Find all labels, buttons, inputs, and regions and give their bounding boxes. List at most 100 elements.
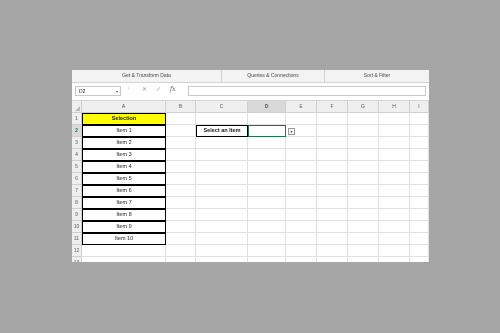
cell-h11[interactable] bbox=[379, 233, 410, 245]
row-header-7[interactable]: 7 bbox=[72, 185, 82, 197]
cell-e12[interactable] bbox=[286, 245, 317, 257]
cell-a12[interactable] bbox=[82, 245, 166, 257]
cell-e3[interactable] bbox=[286, 137, 317, 149]
cell-d1[interactable] bbox=[248, 113, 286, 125]
cell-h4[interactable] bbox=[379, 149, 410, 161]
cell-g2[interactable] bbox=[348, 125, 379, 137]
cell-h7[interactable] bbox=[379, 185, 410, 197]
cell-a13[interactable] bbox=[82, 257, 166, 262]
cell-c11[interactable] bbox=[196, 233, 248, 245]
cell-f9[interactable] bbox=[317, 209, 348, 221]
cell-i10[interactable] bbox=[410, 221, 429, 233]
chevron-down-icon[interactable]: ▾ bbox=[116, 87, 118, 97]
cell-c13[interactable] bbox=[196, 257, 248, 262]
cell-b8[interactable] bbox=[166, 197, 196, 209]
cell-c8[interactable] bbox=[196, 197, 248, 209]
cell-h9[interactable] bbox=[379, 209, 410, 221]
cell-b13[interactable] bbox=[166, 257, 196, 262]
cell-a3[interactable]: Item 2 bbox=[82, 137, 166, 149]
row-header-1[interactable]: 1 bbox=[72, 113, 82, 125]
cell-d10[interactable] bbox=[248, 221, 286, 233]
cell-g4[interactable] bbox=[348, 149, 379, 161]
cell-g9[interactable] bbox=[348, 209, 379, 221]
cell-b1[interactable] bbox=[166, 113, 196, 125]
cell-e13[interactable] bbox=[286, 257, 317, 262]
cell-f1[interactable] bbox=[317, 113, 348, 125]
cell-d6[interactable] bbox=[248, 173, 286, 185]
cell-a2[interactable]: Item 1 bbox=[82, 125, 166, 137]
cell-c4[interactable] bbox=[196, 149, 248, 161]
cell-g13[interactable] bbox=[348, 257, 379, 262]
column-header-a[interactable]: A bbox=[82, 101, 166, 113]
cell-h6[interactable] bbox=[379, 173, 410, 185]
cell-h3[interactable] bbox=[379, 137, 410, 149]
cell-f8[interactable] bbox=[317, 197, 348, 209]
cell-a11[interactable]: Item 10 bbox=[82, 233, 166, 245]
cell-d2[interactable] bbox=[248, 125, 286, 137]
cell-e5[interactable] bbox=[286, 161, 317, 173]
cell-e10[interactable] bbox=[286, 221, 317, 233]
row-header-2[interactable]: 2 bbox=[72, 125, 82, 137]
cell-d12[interactable] bbox=[248, 245, 286, 257]
cell-i8[interactable] bbox=[410, 197, 429, 209]
cell-a9[interactable]: Item 8 bbox=[82, 209, 166, 221]
column-header-g[interactable]: G bbox=[348, 101, 379, 113]
cell-b5[interactable] bbox=[166, 161, 196, 173]
cell-g8[interactable] bbox=[348, 197, 379, 209]
cell-c3[interactable] bbox=[196, 137, 248, 149]
row-header-9[interactable]: 9 bbox=[72, 209, 82, 221]
cell-b7[interactable] bbox=[166, 185, 196, 197]
cell-e9[interactable] bbox=[286, 209, 317, 221]
formula-input[interactable] bbox=[188, 86, 426, 96]
cell-i1[interactable] bbox=[410, 113, 429, 125]
cell-a4[interactable]: Item 3 bbox=[82, 149, 166, 161]
cell-i13[interactable] bbox=[410, 257, 429, 262]
cell-i11[interactable] bbox=[410, 233, 429, 245]
cell-c6[interactable] bbox=[196, 173, 248, 185]
column-header-h[interactable]: H bbox=[379, 101, 410, 113]
row-header-6[interactable]: 6 bbox=[72, 173, 82, 185]
cell-e7[interactable] bbox=[286, 185, 317, 197]
cell-b12[interactable] bbox=[166, 245, 196, 257]
cell-e8[interactable] bbox=[286, 197, 317, 209]
cell-f12[interactable] bbox=[317, 245, 348, 257]
cell-d9[interactable] bbox=[248, 209, 286, 221]
cell-d4[interactable] bbox=[248, 149, 286, 161]
row-header-5[interactable]: 5 bbox=[72, 161, 82, 173]
cell-b10[interactable] bbox=[166, 221, 196, 233]
cell-c1[interactable] bbox=[196, 113, 248, 125]
cell-g7[interactable] bbox=[348, 185, 379, 197]
row-header-13[interactable]: 13 bbox=[72, 257, 82, 262]
cell-i9[interactable] bbox=[410, 209, 429, 221]
ribbon-group-queries[interactable]: Queries & Connections bbox=[222, 70, 325, 82]
cell-h2[interactable] bbox=[379, 125, 410, 137]
row-header-10[interactable]: 10 bbox=[72, 221, 82, 233]
name-box[interactable]: D2 ▾ bbox=[75, 86, 121, 96]
cell-f7[interactable] bbox=[317, 185, 348, 197]
cell-d5[interactable] bbox=[248, 161, 286, 173]
cell-b4[interactable] bbox=[166, 149, 196, 161]
row-header-3[interactable]: 3 bbox=[72, 137, 82, 149]
cell-i6[interactable] bbox=[410, 173, 429, 185]
cell-h12[interactable] bbox=[379, 245, 410, 257]
cell-i3[interactable] bbox=[410, 137, 429, 149]
cell-h8[interactable] bbox=[379, 197, 410, 209]
cell-a7[interactable]: Item 6 bbox=[82, 185, 166, 197]
cell-a8[interactable]: Item 7 bbox=[82, 197, 166, 209]
cell-h10[interactable] bbox=[379, 221, 410, 233]
cell-d11[interactable] bbox=[248, 233, 286, 245]
cell-b6[interactable] bbox=[166, 173, 196, 185]
cell-h5[interactable] bbox=[379, 161, 410, 173]
cell-d8[interactable] bbox=[248, 197, 286, 209]
column-header-b[interactable]: B bbox=[166, 101, 196, 113]
cell-g10[interactable] bbox=[348, 221, 379, 233]
cell-g6[interactable] bbox=[348, 173, 379, 185]
row-header-8[interactable]: 8 bbox=[72, 197, 82, 209]
cell-f4[interactable] bbox=[317, 149, 348, 161]
cell-h13[interactable] bbox=[379, 257, 410, 262]
cell-e4[interactable] bbox=[286, 149, 317, 161]
cell-c7[interactable] bbox=[196, 185, 248, 197]
cell-c9[interactable] bbox=[196, 209, 248, 221]
cell-c5[interactable] bbox=[196, 161, 248, 173]
cell-b11[interactable] bbox=[166, 233, 196, 245]
